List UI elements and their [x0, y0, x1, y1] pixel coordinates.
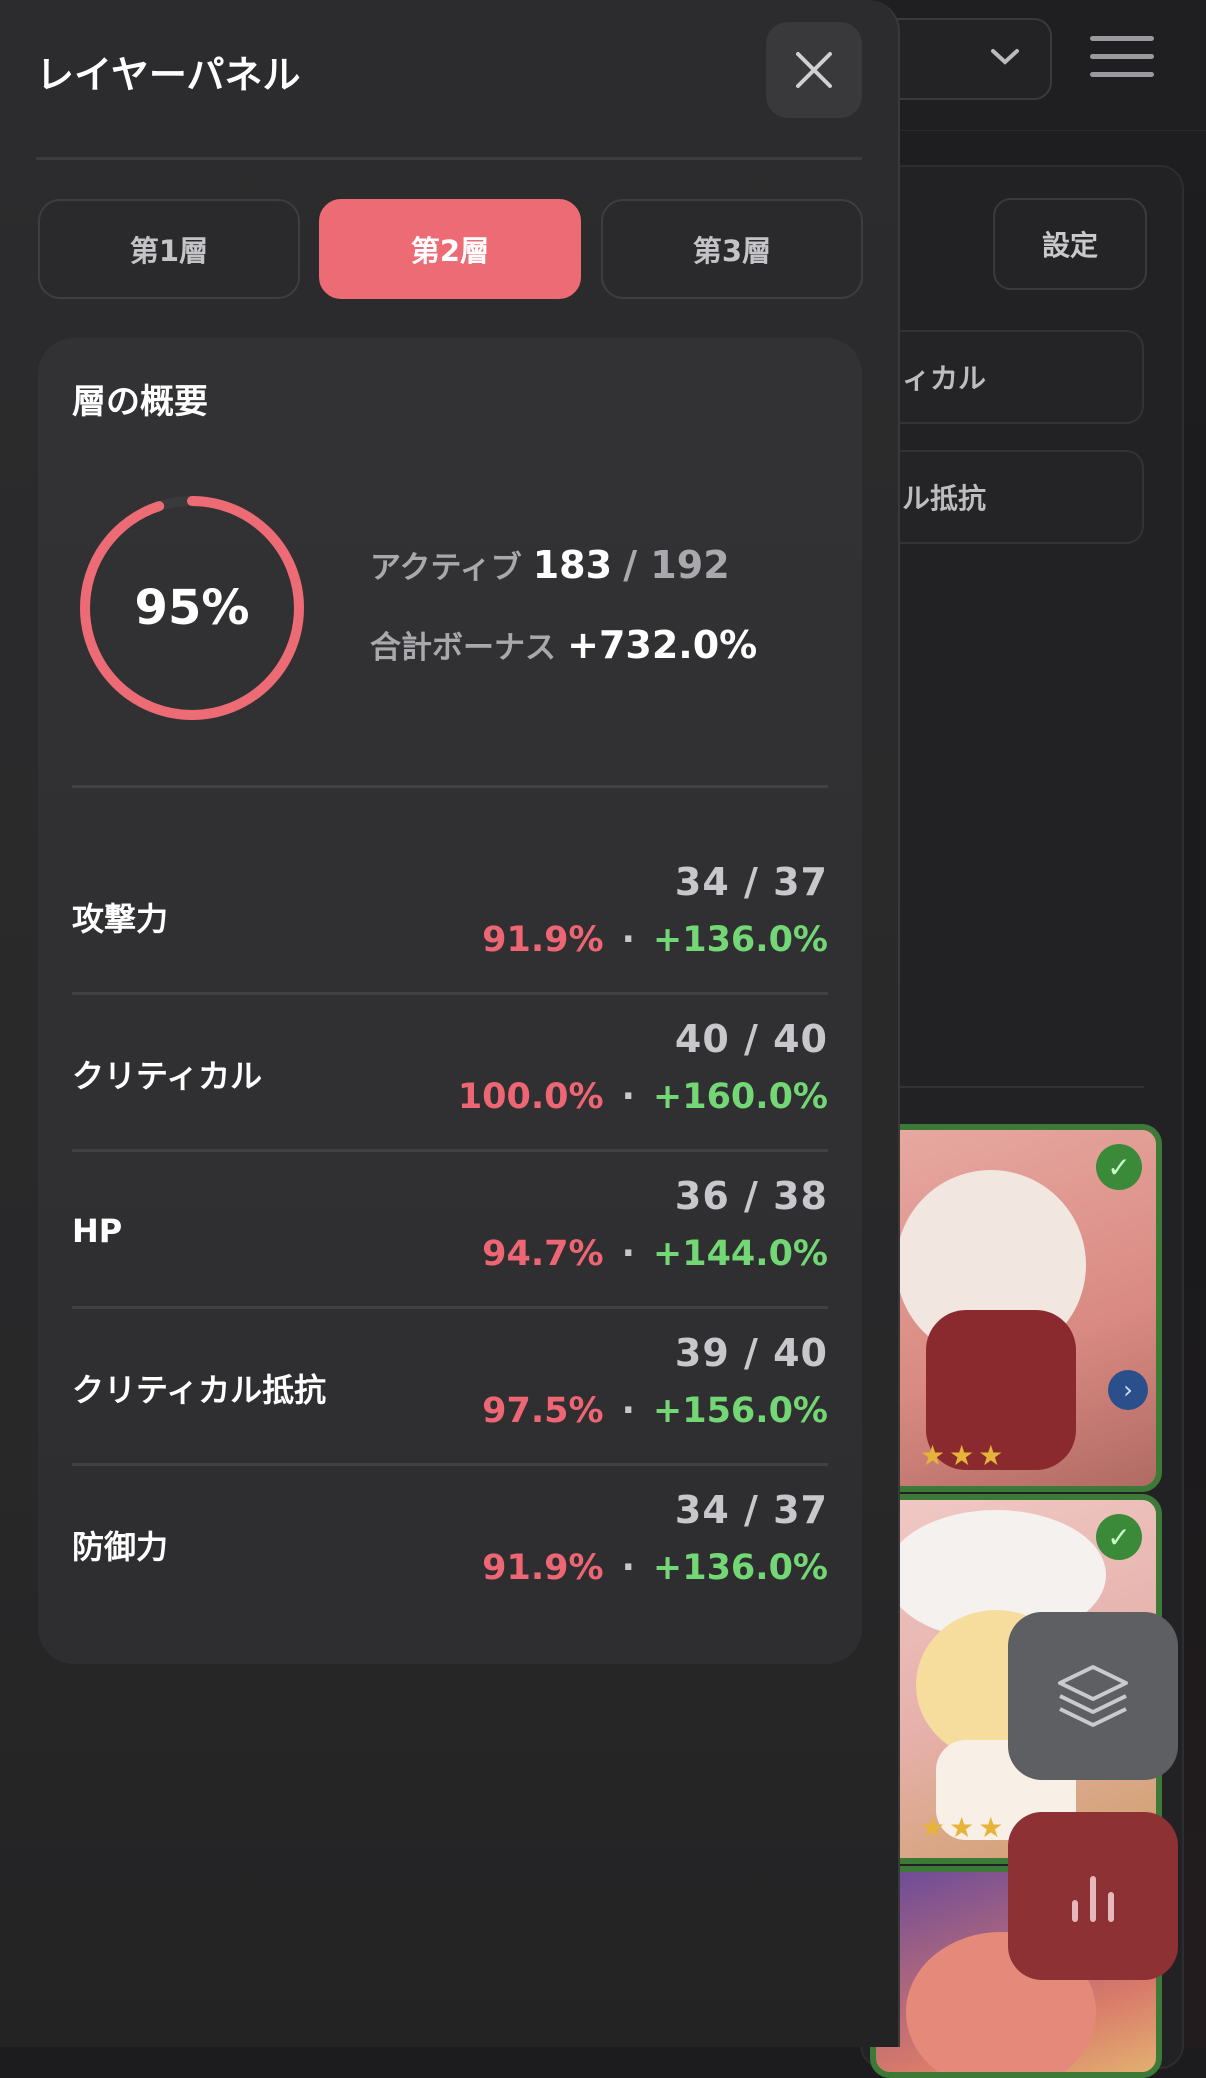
stat-name: 攻撃力 [72, 899, 169, 938]
stat-percent-line: 91.9% · +136.0% [482, 920, 828, 960]
overview-title: 層の概要 [72, 382, 208, 422]
hamburger-menu-icon[interactable] [1090, 36, 1154, 82]
stat-name: クリティカル抵抗 [72, 1370, 327, 1409]
stat-percent: 100.0% [457, 1077, 604, 1117]
stat-row-hp: HP 36 / 38 94.7% · +144.0% [72, 1152, 828, 1309]
stat-bonus: +136.0% [652, 1548, 828, 1588]
stat-percent-line: 97.5% · +156.0% [482, 1391, 828, 1431]
stat-row-critical: クリティカル 40 / 40 100.0% · +160.0% [72, 995, 828, 1152]
bonus-value: +732.0% [567, 623, 758, 667]
check-icon: ✓ [1096, 1514, 1142, 1560]
stat-name: 防御力 [72, 1527, 169, 1566]
stat-name: HP [72, 1211, 123, 1250]
stat-percent: 91.9% [482, 920, 604, 960]
character-card[interactable]: ✓ › ★★★ [870, 1124, 1162, 1492]
stat-count: 36 / 38 [674, 1174, 828, 1218]
bonus-summary: 合計ボーナス +732.0% [370, 622, 757, 667]
stat-name: クリティカル [72, 1056, 263, 1095]
stat-count: 34 / 37 [674, 1488, 828, 1532]
stat-percent: 97.5% [482, 1391, 604, 1431]
stat-count: 40 / 40 [674, 1017, 828, 1061]
active-total: / 192 [623, 543, 730, 587]
stat-percent: 91.9% [482, 1548, 604, 1588]
close-button[interactable] [766, 22, 862, 118]
filter-critical[interactable]: ィカル [860, 330, 1144, 424]
stat-row-attack: 攻撃力 34 / 37 91.9% · +136.0% [72, 838, 828, 995]
stat-bonus: +160.0% [652, 1077, 828, 1117]
stat-row-critical-resist: クリティカル抵抗 39 / 40 97.5% · +156.0% [72, 1309, 828, 1466]
progress-percent: 95% [134, 580, 250, 636]
check-icon: ✓ [1096, 1144, 1142, 1190]
tab-layer-2[interactable]: 第2層 [319, 199, 581, 299]
separator-dot: · [621, 1077, 635, 1117]
bar-chart-icon [1072, 1876, 1114, 1922]
layer-overview-card: 層の概要 95% アクティブ 183 / 192 合計ボーナス +732.0% … [38, 338, 862, 1664]
layers-button[interactable] [1008, 1612, 1178, 1780]
stat-row-defense: 防御力 34 / 37 91.9% · +136.0% [72, 1466, 828, 1623]
filter-critical-resist[interactable]: ル抵抗 [860, 450, 1144, 544]
close-icon [796, 52, 832, 88]
rarity-stars: ★★★ [920, 1811, 1008, 1844]
layers-icon [1058, 1665, 1128, 1727]
separator-dot: · [621, 1548, 635, 1588]
active-label: アクティブ [370, 550, 522, 586]
separator-dot: · [621, 1234, 635, 1274]
active-count: 183 [532, 543, 613, 587]
tab-layer-1[interactable]: 第1層 [38, 199, 300, 299]
chevron-down-icon [990, 40, 1020, 75]
stats-button[interactable] [1008, 1812, 1178, 1980]
stat-percent-line: 100.0% · +160.0% [458, 1077, 828, 1117]
drawer-title: レイヤーパネル [36, 53, 301, 97]
stat-count: 34 / 37 [674, 860, 828, 904]
stat-count: 39 / 40 [674, 1331, 828, 1375]
drawer-divider [36, 157, 862, 160]
layer-panel-drawer: レイヤーパネル 第1層 第2層 第3層 層の概要 95% アクティブ 183 /… [0, 0, 900, 2047]
tab-layer-3[interactable]: 第3層 [601, 199, 863, 299]
stat-percent: 94.7% [482, 1234, 604, 1274]
bonus-label: 合計ボーナス [370, 630, 556, 666]
overview-divider [72, 785, 828, 788]
background-divider [880, 1086, 1144, 1088]
stat-percent-line: 91.9% · +136.0% [482, 1548, 828, 1588]
stat-bonus: +144.0% [652, 1234, 828, 1274]
settings-button[interactable]: 設定 [993, 198, 1147, 290]
stat-percent-line: 94.7% · +144.0% [482, 1234, 828, 1274]
active-summary: アクティブ 183 / 192 [370, 542, 730, 587]
stat-bonus: +136.0% [652, 920, 828, 960]
stat-bonus: +156.0% [652, 1391, 828, 1431]
separator-dot: · [621, 1391, 635, 1431]
rarity-stars: ★★★ [920, 1439, 1008, 1472]
separator-dot: · [621, 920, 635, 960]
arrow-badge-icon: › [1108, 1370, 1148, 1410]
